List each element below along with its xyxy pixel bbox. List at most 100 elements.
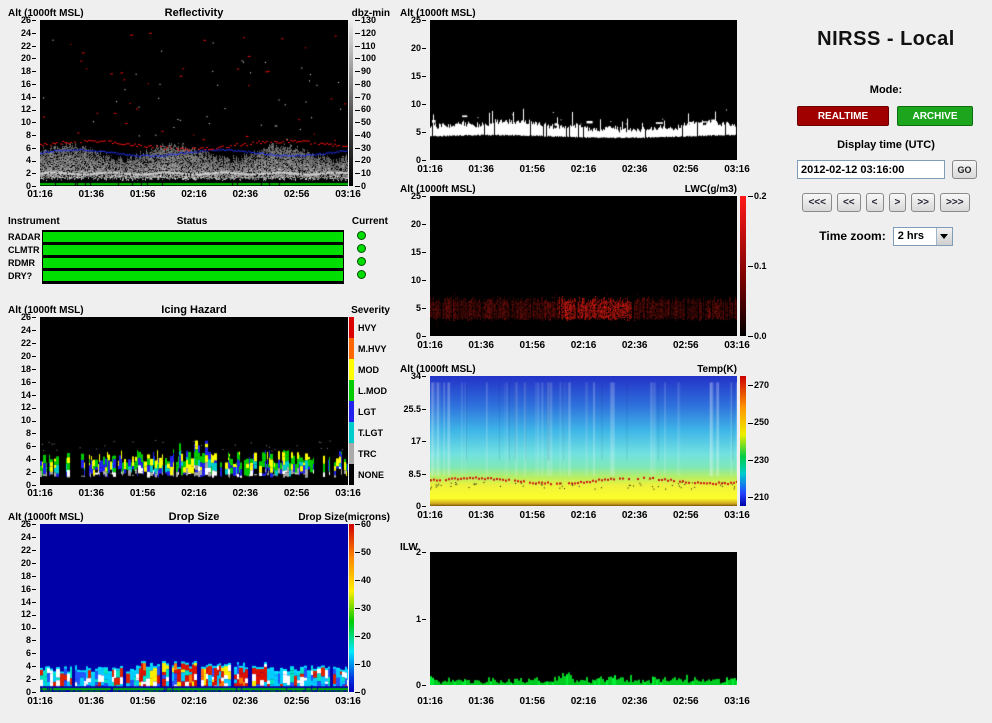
tick-label: 02:36 <box>232 488 259 499</box>
tick-label: 16 <box>21 584 36 594</box>
instrument-label: RDMR <box>8 258 35 268</box>
temp-plot-canvas <box>430 376 737 506</box>
tick-label: 18 <box>21 66 36 76</box>
reflectivity-colorbar <box>349 20 353 186</box>
ilw-panel: ILW 210 01:16 01:36 01:56 02:16 02:36 02:56 03… <box>400 538 784 718</box>
tick-label: 02:16 <box>570 510 597 521</box>
tick-label: 2 <box>26 674 36 684</box>
tick-label: 22 <box>21 41 36 51</box>
tick-label: 02:36 <box>621 510 648 521</box>
tick-label: 03:16 <box>335 696 361 707</box>
tick-label: 0 <box>416 680 426 690</box>
nav-fast-backward-button[interactable]: <<< <box>802 193 832 212</box>
time-zoom-row: Time zoom: 2 hrs <box>780 226 992 246</box>
tick-label: 10 <box>355 659 371 669</box>
tick-label: MOD <box>358 364 379 375</box>
tick-label: 01:16 <box>27 696 53 707</box>
icing-plot-canvas <box>40 317 348 485</box>
tick-label: 10 <box>21 117 36 127</box>
tick-label: 12 <box>21 104 36 114</box>
tick-label: 12 <box>21 609 36 619</box>
icing-title: Icing Hazard <box>161 304 227 316</box>
lwc-colorbar-ticks: 0.2 0.1 0.0 <box>748 191 778 341</box>
instrument-status-panel: Instrument Status Current RADAR CLMTR RD… <box>8 216 392 296</box>
tick-label: 17 <box>411 436 426 446</box>
tick-label: 15 <box>411 247 426 257</box>
nav-fast-forward-button[interactable]: >>> <box>940 193 970 212</box>
tick-label: 80 <box>355 79 371 89</box>
drop-size-colorbar <box>349 524 354 692</box>
ilw-time-axis: 01:16 01:36 01:56 02:16 02:36 02:56 03:16 <box>417 696 750 708</box>
tick-label: 130 <box>355 15 376 25</box>
tick-label: 12 <box>21 402 36 412</box>
tick-label: 02:56 <box>673 510 699 521</box>
tick-label: 02:56 <box>283 189 310 200</box>
time-zoom-select[interactable]: 2 hrs <box>892 226 953 246</box>
temp-time-axis: 01:16 01:36 01:56 02:16 02:36 02:56 03:16 <box>417 510 750 522</box>
tick-label: 4 <box>26 155 36 165</box>
severity-color-block <box>349 443 354 464</box>
nav-step-forward-button[interactable]: > <box>888 193 907 212</box>
tick-label: 25.5 <box>403 404 426 414</box>
tick-label: 02:36 <box>232 696 259 707</box>
tick-label: 02:56 <box>673 340 699 351</box>
icing-yticks: 26 24 22 20 18 16 14 12 10 8 6 4 2 0 <box>8 312 36 490</box>
lwc-colorbar <box>740 196 746 336</box>
tick-label: 01:56 <box>129 189 156 200</box>
severity-colorbar-label: Severity <box>351 305 390 316</box>
reflectivity-colorbar-ticks: 130 120 110 100 90 80 70 60 50 40 30 20 10 0 <box>355 15 391 191</box>
tick-label: 20 <box>355 155 371 165</box>
tick-label: 14 <box>21 390 36 400</box>
tick-label: 01:36 <box>468 510 494 521</box>
severity-colorbar <box>349 317 354 485</box>
tick-label: 03:16 <box>724 510 750 521</box>
nav-backward-button[interactable]: << <box>836 193 861 212</box>
tick-label: 16 <box>21 377 36 387</box>
severity-color-block <box>349 401 354 422</box>
display-time-input[interactable] <box>797 160 945 179</box>
tick-label: 5 <box>416 127 426 137</box>
tick-label: 02:36 <box>621 340 648 351</box>
tick-label: 250 <box>748 417 769 427</box>
tick-label: 02:56 <box>283 488 310 499</box>
tick-label: 18 <box>21 364 36 374</box>
display-time-label: Display time (UTC) <box>837 139 935 151</box>
status-bar <box>43 232 343 242</box>
tick-label: LGT <box>358 406 376 417</box>
tick-label: NONE <box>358 469 385 480</box>
page-title: NIRSS - Local <box>817 28 955 50</box>
icing-hazard-panel: Alt (1000ft MSL) Icing Hazard Severity 2… <box>8 303 392 503</box>
nav-step-backward-button[interactable]: < <box>865 193 884 212</box>
lwc-time-axis: 01:16 01:36 01:56 02:16 02:36 02:56 03:16 <box>417 340 750 352</box>
go-button[interactable]: GO <box>952 160 977 179</box>
tick-label: 26 <box>21 312 36 322</box>
tick-label: 22 <box>21 338 36 348</box>
status-header-status: Status <box>176 216 208 227</box>
archive-button[interactable]: ARCHIVE <box>897 106 973 126</box>
tick-label: 40 <box>355 130 371 140</box>
nav-forward-button[interactable]: >> <box>911 193 936 212</box>
tick-label: 10 <box>21 415 36 425</box>
tick-label: 6 <box>26 648 36 658</box>
tick-label: 30 <box>355 143 371 153</box>
tick-label: 01:56 <box>519 340 546 351</box>
tick-label: 8 <box>26 635 36 645</box>
lwc-colorbar-label: LWC(g/m3) <box>684 184 737 195</box>
tick-label: 02:36 <box>621 164 648 175</box>
tick-label: 4 <box>26 661 36 671</box>
realtime-button[interactable]: REALTIME <box>797 106 889 126</box>
instrument-label: RADAR <box>8 232 41 242</box>
tick-label: 20 <box>21 53 36 63</box>
tick-label: 2 <box>416 547 426 557</box>
tick-label: 1 <box>416 614 426 624</box>
ilw-yticks: 2 1 0 <box>404 547 426 690</box>
severity-labels: HVY M.HVY MOD L.MOD LGT T.LGT TRC NONE <box>358 317 392 485</box>
tick-label: 01:16 <box>417 696 443 707</box>
time-zoom-label: Time zoom: <box>819 229 886 243</box>
tick-label: 10 <box>355 168 371 178</box>
tick-label: 01:16 <box>27 488 53 499</box>
time-zoom-value: 2 hrs <box>897 230 925 242</box>
status-indicator <box>357 270 366 279</box>
tick-label: 02:56 <box>673 164 699 175</box>
tick-label: 20 <box>21 351 36 361</box>
